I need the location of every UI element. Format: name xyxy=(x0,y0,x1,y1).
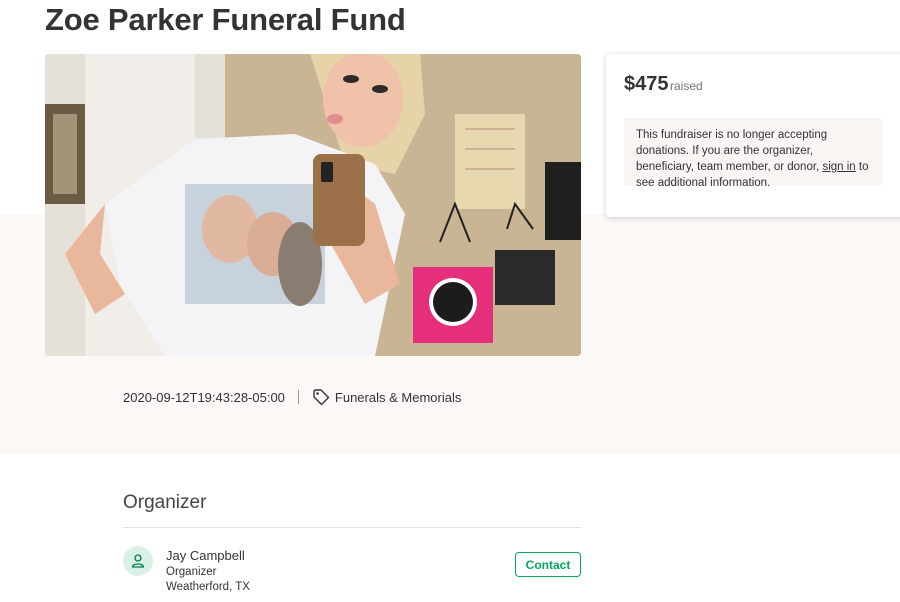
organizer-heading: Organizer xyxy=(123,492,207,513)
organizer-location: Weatherford, TX xyxy=(166,581,250,593)
campaign-meta: 2020-09-12T19:43:28-05:00 Funerals & Mem… xyxy=(123,388,461,406)
sign-in-link[interactable]: sign in xyxy=(822,161,855,173)
organizer-name: Jay Campbell xyxy=(166,548,245,563)
created-date: 2020-09-12T19:43:28-05:00 xyxy=(123,389,285,405)
contact-button[interactable]: Contact xyxy=(515,552,581,577)
campaign-photo xyxy=(45,54,581,356)
organizer-divider xyxy=(123,527,581,528)
tag-icon xyxy=(312,388,330,406)
donation-card: $475 raised This fundraiser is no longer… xyxy=(606,54,900,217)
closed-notice: This fundraiser is no longer accepting d… xyxy=(624,118,882,189)
category-link[interactable]: Funerals & Memorials xyxy=(335,390,461,405)
organizer-role: Organizer xyxy=(166,566,217,578)
meta-separator xyxy=(297,390,299,404)
notice-text: This fundraiser is no longer accepting d… xyxy=(636,129,828,173)
user-icon xyxy=(131,554,145,568)
raised-amount: $475 xyxy=(624,73,669,95)
page-title: Zoe Parker Funeral Fund xyxy=(45,2,406,37)
organizer-avatar xyxy=(123,546,153,576)
raised-label: raised xyxy=(670,79,703,93)
